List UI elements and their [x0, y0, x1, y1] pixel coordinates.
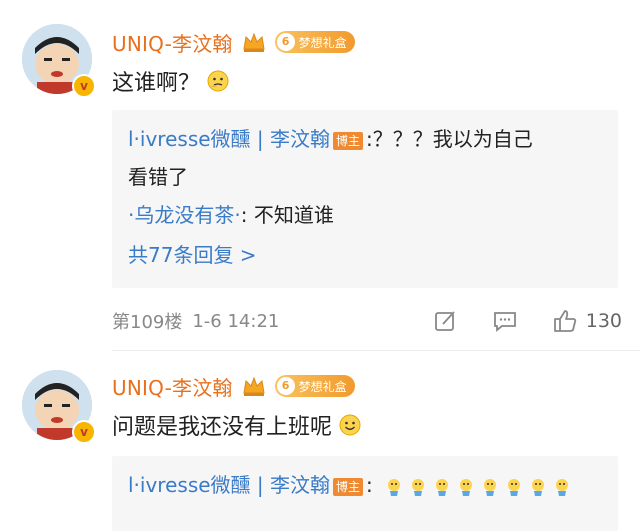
verified-v-icon: v	[72, 74, 96, 98]
crying-emoji	[436, 478, 449, 496]
reply-separator: |	[256, 473, 264, 497]
crown-icon	[243, 32, 265, 52]
comment-meta: 第109楼 1-6 14:21 130	[112, 306, 622, 336]
crying-emoji	[484, 478, 497, 496]
verified-v-icon: v	[72, 420, 96, 444]
member-badge[interactable]: 6 梦想礼盒	[274, 375, 355, 397]
reply-author[interactable]: ·乌龙没有茶·	[128, 203, 241, 227]
crying-emoji	[556, 478, 569, 496]
reply-text: :	[366, 473, 373, 497]
floor-number: 第109楼	[112, 312, 183, 333]
comment-text: 这谁啊？	[112, 71, 201, 96]
reply-author[interactable]: l·ivresse微醺	[128, 473, 251, 497]
reply-target[interactable]: 李汶翰	[270, 473, 330, 497]
name-row: UNIQ-李汶翰 6 梦想礼盒	[112, 28, 355, 56]
crying-emoji	[388, 478, 401, 496]
badge-level: 6	[276, 377, 295, 395]
reply-author[interactable]: l·ivresse微醺	[128, 127, 251, 151]
bozhu-badge: 博主	[333, 131, 364, 150]
badge-level: 6	[276, 33, 295, 51]
like-count: 130	[585, 310, 622, 332]
timestamp: 1-6 14:21	[192, 310, 280, 332]
crown-icon	[243, 376, 265, 396]
repost-icon[interactable]	[432, 308, 458, 334]
bozhu-badge: 博主	[333, 477, 364, 496]
comment-text-row: 问题是我还没有上班呢	[112, 410, 362, 440]
reply-text: :？？？我以为自己	[366, 127, 533, 151]
badge-text: 梦想礼盒	[298, 379, 347, 394]
reply-line: l·ivresse微醺 | 李汶翰 博主:？？？我以为自己	[128, 122, 602, 156]
reply-line-continued: 看错了	[128, 160, 602, 194]
reply-box: l·ivresse微醺 | 李汶翰 博主:？？？我以为自己 看错了 ·乌龙没有茶·…	[112, 110, 618, 288]
crying-emoji	[412, 478, 425, 496]
reply-box: l·ivresse微醺 | 李汶翰 博主:	[112, 456, 618, 531]
crying-emoji	[460, 478, 473, 496]
member-badge[interactable]: 6 梦想礼盒	[274, 31, 355, 53]
username[interactable]: UNIQ-李汶翰	[112, 372, 233, 401]
reply-target[interactable]: 李汶翰	[270, 127, 330, 151]
badge-text: 梦想礼盒	[298, 35, 347, 50]
crying-emoji	[532, 478, 545, 496]
name-row: UNIQ-李汶翰 6 梦想礼盒	[112, 372, 355, 400]
crying-emoji	[508, 478, 521, 496]
crying-emoji-row	[379, 473, 571, 497]
comment-item: v UNIQ-李汶翰 6 梦想礼盒 问题是我还没有上班呢 l·ivresse微醺…	[0, 350, 640, 531]
comment-text-row: 这谁啊？	[112, 66, 230, 96]
smile-emoji	[339, 414, 361, 436]
reply-separator: |	[256, 127, 264, 151]
more-replies-link[interactable]: 共77条回复 >	[128, 238, 602, 272]
reply-line: l·ivresse微醺 | 李汶翰 博主:	[128, 468, 602, 502]
username[interactable]: UNIQ-李汶翰	[112, 28, 233, 57]
thinking-face-emoji	[207, 70, 229, 92]
reply-text-continued: 看错了	[128, 165, 188, 189]
thumbs-up-icon[interactable]	[552, 308, 578, 334]
comment-item: v UNIQ-李汶翰 6 梦想礼盒 这谁啊？ l·ivresse微醺 | 李汶翰…	[0, 0, 640, 350]
comment-text: 问题是我还没有上班呢	[112, 415, 333, 440]
reply-line: ·乌龙没有茶·: 不知道谁	[128, 198, 602, 232]
comment-icon[interactable]	[492, 308, 518, 334]
reply-text: : 不知道谁	[240, 203, 334, 227]
